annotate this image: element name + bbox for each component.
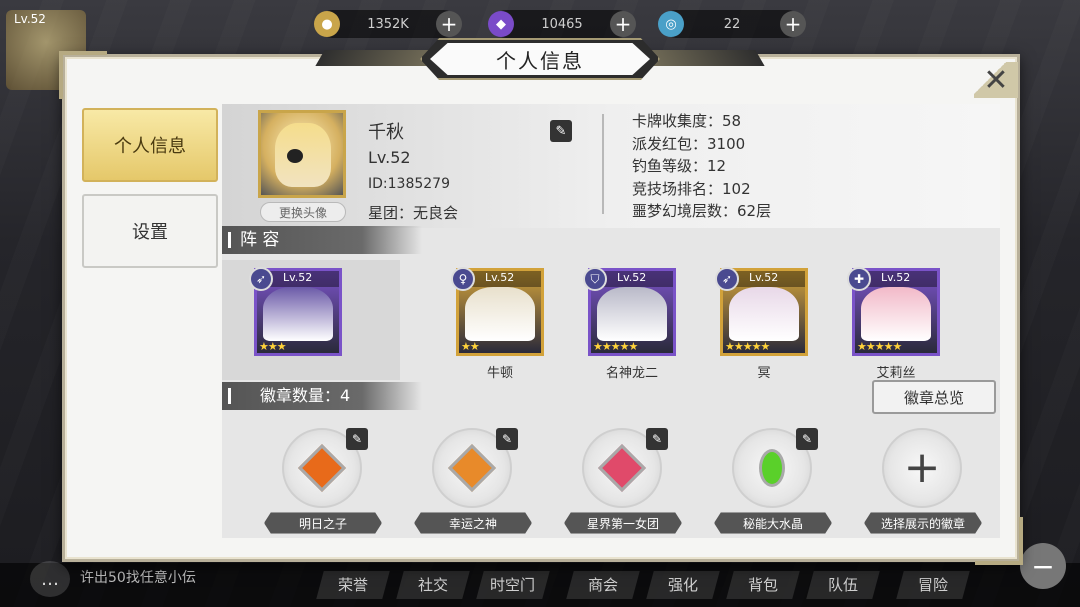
- eyepatch-icon: [287, 149, 303, 163]
- change-avatar-button[interactable]: 更换头像: [260, 202, 346, 222]
- badge-slot[interactable]: ✎ 秘能大水晶: [708, 416, 838, 538]
- crystal-resource: ◆ 10465 +: [488, 10, 636, 38]
- bottom-nav: … 许出50找任意小伝 荣誉 社交 时空门 商会 强化 背包 队伍 冒险 −: [0, 543, 1080, 607]
- card-name: 艾莉丝: [876, 366, 916, 381]
- player-name: 千秋: [368, 122, 404, 143]
- bow-class-icon: ➶: [715, 267, 739, 291]
- lineup-card[interactable]: Lv.52 ♀ ★★: [451, 267, 544, 356]
- badge-count: 徽章数量：4: [222, 382, 422, 410]
- character-portrait: [597, 287, 667, 341]
- add-badge-label: 选择展示的徽章: [864, 512, 982, 534]
- chat-icon[interactable]: …: [30, 561, 70, 597]
- collapse-button[interactable]: −: [1020, 543, 1066, 589]
- close-button[interactable]: ✕: [974, 62, 1018, 98]
- healer-class-icon: ✚: [847, 267, 871, 291]
- badge-showcase: ✎ 明日之子 ✎ 幸运之神 ✎ 星界第一女团 ✎ 秘能大水晶 + 选择展示的徽章: [222, 416, 1000, 538]
- star-rating: ★★★★★: [725, 340, 770, 353]
- add-badge-slot[interactable]: + 选择展示的徽章: [858, 416, 988, 538]
- lineup-card[interactable]: Lv.52 ➶ ★★★: [249, 267, 342, 356]
- nav-guild-shop[interactable]: 商会: [566, 571, 640, 599]
- badge-label: 幸运之神: [414, 512, 532, 534]
- badge-slot[interactable]: ✎ 幸运之神: [408, 416, 538, 538]
- nav-portal[interactable]: 时空门: [476, 571, 550, 599]
- nav-backpack[interactable]: 背包: [726, 571, 800, 599]
- lineup-header: 阵 容: [222, 226, 422, 254]
- gold-resource: ● 1352K +: [314, 10, 462, 38]
- modal-title: 个人信息: [430, 43, 650, 75]
- nav-enhance[interactable]: 强化: [646, 571, 720, 599]
- shield-class-icon: ⛉: [583, 267, 607, 291]
- stat-card-collection: 卡牌收集度：58: [632, 112, 742, 130]
- badge-overview-button[interactable]: 徽章总览: [872, 380, 996, 414]
- modal-title-bar: 个人信息: [315, 38, 765, 80]
- add-stamina-button[interactable]: +: [780, 11, 806, 37]
- stat-arena-rank: 竞技场排名：102: [632, 179, 751, 198]
- badge-label: 秘能大水晶: [714, 512, 832, 534]
- tab-settings[interactable]: 设置: [82, 194, 218, 268]
- character-portrait: [729, 287, 799, 341]
- player-level-label: Lv.52: [368, 148, 411, 167]
- purple-crystal-icon: ◆: [488, 11, 514, 37]
- card-name: 牛顿: [486, 366, 513, 381]
- mage-class-icon: ♀: [451, 267, 475, 291]
- stamina-resource: ◎ 22 +: [658, 10, 806, 38]
- nav-team[interactable]: 队伍: [806, 571, 880, 599]
- player-id: ID:1385279: [368, 176, 450, 192]
- nav-adventure[interactable]: 冒险: [896, 571, 970, 599]
- pencil-icon: ✎: [555, 123, 567, 139]
- add-gold-button[interactable]: +: [436, 11, 462, 37]
- edit-name-button[interactable]: ✎: [550, 120, 572, 142]
- stat-red-packets: 派发红包：3100: [632, 134, 746, 153]
- profile-content: 更换头像 千秋 ✎ Lv.52 ID:1385279 星团：无良会 卡牌收集度：…: [222, 104, 1000, 538]
- character-portrait: [861, 287, 931, 341]
- player-stats: 卡牌收集度：58 派发红包：3100 钓鱼等级：12 竞技场排名：102 噩梦幻…: [632, 110, 771, 223]
- badge-slot[interactable]: ✎ 星界第一女团: [558, 416, 688, 538]
- chat-preview[interactable]: 许出50找任意小伝: [80, 567, 196, 587]
- edit-badge-button[interactable]: ✎: [346, 428, 368, 450]
- star-rating: ★★★★★: [593, 340, 638, 353]
- character-portrait: [263, 287, 333, 341]
- stat-nightmare-floor: 噩梦幻境层数：62层: [632, 202, 772, 220]
- stamina-orb-icon: ◎: [658, 11, 684, 37]
- edit-badge-button[interactable]: ✎: [796, 428, 818, 450]
- edit-badge-button[interactable]: ✎: [646, 428, 668, 450]
- star-rating: ★★: [461, 340, 480, 353]
- nav-social[interactable]: 社交: [396, 571, 470, 599]
- profile-avatar[interactable]: [258, 110, 346, 198]
- gold-coin-icon: ●: [314, 11, 340, 37]
- divider: [602, 114, 604, 214]
- bow-class-icon: ➶: [249, 267, 273, 291]
- nav-honor[interactable]: 荣誉: [316, 571, 390, 599]
- character-portrait: [465, 287, 535, 341]
- badge-label: 星界第一女团: [564, 512, 682, 534]
- lineup: Lv.52 ➶ ★★★ Lv.52 ♀ ★★ 牛顿 Lv.52 ⛉ ★★★★★ 名神龙二 Lv.52 ➶…: [222, 260, 1000, 381]
- lineup-card[interactable]: Lv.52 ✚ ★★★★★: [847, 267, 940, 356]
- stat-fishing-level: 钓鱼等级：12: [632, 157, 727, 175]
- add-badge-icon: +: [882, 428, 962, 508]
- close-icon: ✕: [983, 62, 1009, 98]
- badge-slot[interactable]: ✎ 明日之子: [258, 416, 388, 538]
- star-rating: ★★★★★: [857, 340, 902, 353]
- plus-icon: +: [903, 442, 941, 493]
- card-name: 名神龙二: [605, 366, 658, 381]
- profile-header: 更换头像 千秋 ✎ Lv.52 ID:1385279 星团：无良会 卡牌收集度：…: [222, 104, 1000, 228]
- card-name: 冥: [757, 366, 771, 381]
- edit-badge-button[interactable]: ✎: [496, 428, 518, 450]
- lineup-card[interactable]: Lv.52 ➶ ★★★★★: [715, 267, 808, 356]
- resource-bar: ● 1352K + ◆ 10465 + ◎ 22 +: [0, 8, 1080, 42]
- player-guild: 星团：无良会: [368, 204, 459, 222]
- add-crystal-button[interactable]: +: [610, 11, 636, 37]
- star-rating: ★★★: [259, 340, 287, 353]
- tab-profile[interactable]: 个人信息: [82, 108, 218, 182]
- badge-label: 明日之子: [264, 512, 382, 534]
- lineup-card[interactable]: Lv.52 ⛉ ★★★★★: [583, 267, 676, 356]
